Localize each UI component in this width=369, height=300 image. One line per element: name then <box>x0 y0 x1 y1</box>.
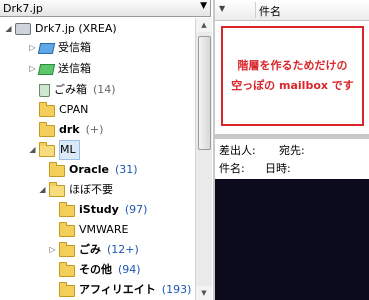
annotation-box: 階層を作るためだけの 空っぽの mailbox です <box>221 26 364 126</box>
unread-count: (14) <box>93 83 116 96</box>
collapse-icon[interactable]: ◢ <box>38 181 47 199</box>
server-icon <box>15 23 31 35</box>
tree-item-label: その他 <box>79 263 112 276</box>
folder-icon <box>39 122 55 137</box>
unread-count: (97) <box>124 203 148 216</box>
collapse-icon[interactable]: ◢ <box>28 141 37 159</box>
message-list-header[interactable]: ▼ 件名 <box>215 0 369 21</box>
unread-count: (31) <box>114 163 138 176</box>
tree-item-drk[interactable]: drk (+) <box>39 121 103 139</box>
scroll-down-icon[interactable]: ▼ <box>196 286 212 300</box>
tree-item-label: ML <box>59 140 80 160</box>
tree-item-label: iStudy <box>79 203 119 216</box>
column-separator[interactable] <box>255 2 256 18</box>
tree-item-label: Drk7.jp (XREA) <box>35 22 117 35</box>
folder-icon <box>59 262 75 277</box>
annotation-line-1: 階層を作るためだけの <box>237 59 348 72</box>
folder-open-icon <box>49 182 65 197</box>
expand-icon[interactable]: ▷ <box>28 60 37 78</box>
account-selector[interactable]: Drk7.jp ▼ <box>0 0 211 17</box>
tree-item-label: VMWARE <box>79 223 129 236</box>
tree-item-istudy[interactable]: iStudy (97) <box>59 201 147 219</box>
annotation-line-2: 空っぽの mailbox です <box>231 79 354 92</box>
folder-icon <box>59 242 75 257</box>
folder-icon <box>59 202 75 217</box>
message-headers: 差出人: 宛先: 件名: 日時: <box>215 139 369 179</box>
account-selector-label: Drk7.jp <box>3 2 43 15</box>
sort-triangle-icon[interactable]: ▼ <box>219 4 225 13</box>
unread-count: (12+) <box>107 243 139 256</box>
tree-item-label: 送信箱 <box>58 62 91 75</box>
tree-item-label: 受信箱 <box>58 41 91 54</box>
tree-item-gomi[interactable]: ▷ ごみ (12+) <box>48 241 139 259</box>
tree-item-hobofuyou[interactable]: ◢ ほぼ不要 <box>38 181 113 199</box>
folder-open-icon <box>39 142 55 157</box>
outbox-icon <box>37 63 56 75</box>
tree-item-sonota[interactable]: その他 (94) <box>59 261 141 279</box>
scrollbar-thumb[interactable] <box>198 36 211 150</box>
folder-icon <box>39 102 55 117</box>
tree-item-trash[interactable]: ごみ箱 (14) <box>39 81 116 99</box>
tree-item-label: ほぼ不要 <box>69 183 113 196</box>
tree-item-label: ごみ <box>79 243 101 256</box>
tree-item-label: アフィリエイト <box>79 283 156 296</box>
expand-icon[interactable]: ▷ <box>48 241 57 259</box>
expand-icon[interactable]: ▷ <box>28 39 37 57</box>
folder-icon <box>59 222 75 237</box>
tree-item-root[interactable]: ◢ Drk7.jp (XREA) <box>4 20 117 38</box>
tree-item-label: Oracle <box>69 163 109 176</box>
tree-item-label: ごみ箱 <box>54 83 87 96</box>
folder-tree: ◢ Drk7.jp (XREA) ▷ 受信箱 ▷ 送信箱 ごみ箱 (14) CP… <box>0 18 195 300</box>
to-label: 宛先: <box>279 144 305 157</box>
folder-pane: Drk7.jp ▼ ◢ Drk7.jp (XREA) ▷ 受信箱 ▷ 送信箱 ご… <box>0 0 213 300</box>
subject-label: 件名: <box>219 162 245 175</box>
folder-scrollbar[interactable]: ▲ ▼ <box>195 18 212 300</box>
trash-icon <box>39 83 50 97</box>
column-subject[interactable]: 件名 <box>259 3 281 19</box>
collapse-icon[interactable]: ◢ <box>4 20 13 38</box>
folder-icon <box>59 282 75 297</box>
tree-item-affiliate[interactable]: アフィリエイト (193) <box>59 281 191 299</box>
unread-count: (193) <box>161 283 192 296</box>
tree-item-label: CPAN <box>59 103 89 116</box>
unread-count: (94) <box>118 263 141 276</box>
scroll-up-icon[interactable]: ▲ <box>196 18 212 32</box>
folder-icon <box>49 162 65 177</box>
tree-item-inbox[interactable]: ▷ 受信箱 <box>28 39 91 57</box>
from-label: 差出人: <box>219 144 256 157</box>
tree-item-vmware[interactable]: VMWARE <box>59 221 128 239</box>
message-pane: ▼ 件名 階層を作るためだけの 空っぽの mailbox です 差出人: 宛先:… <box>213 0 369 300</box>
tree-item-label: drk <box>59 123 80 136</box>
tree-item-ml[interactable]: ◢ ML <box>28 140 80 160</box>
tree-item-oracle[interactable]: Oracle (31) <box>49 161 138 179</box>
tree-item-cpan[interactable]: CPAN <box>39 101 88 119</box>
message-preview[interactable] <box>215 179 369 300</box>
unread-count: (+) <box>85 123 104 136</box>
tree-item-sent[interactable]: ▷ 送信箱 <box>28 60 91 78</box>
chevron-down-icon[interactable]: ▼ <box>200 1 207 11</box>
date-label: 日時: <box>265 162 291 175</box>
inbox-icon <box>37 42 56 54</box>
